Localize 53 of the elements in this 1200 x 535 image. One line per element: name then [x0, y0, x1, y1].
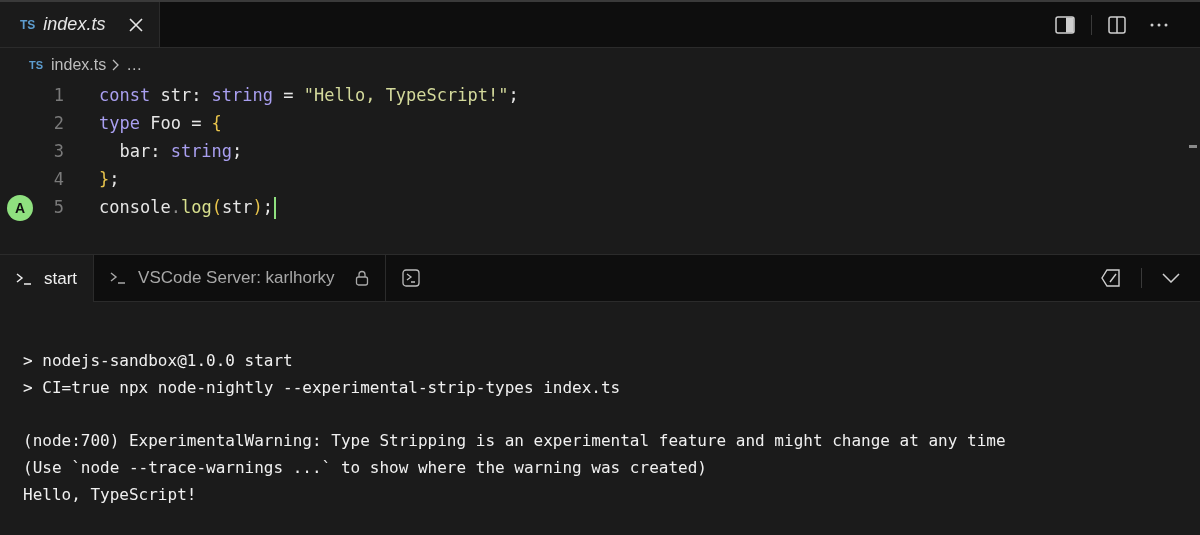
line-number: 1 — [52, 84, 64, 108]
code-token: Foo = — [149, 112, 203, 136]
typescript-icon: TS — [20, 15, 36, 34]
terminal-line: Hello, TypeScript! — [23, 484, 198, 506]
clear-icon[interactable] — [1101, 269, 1121, 287]
scrollbar-marker — [1189, 145, 1197, 148]
terminal-line: > nodejs-sandbox@1.0.0 start — [23, 350, 294, 372]
terminal-icon[interactable] — [401, 269, 420, 287]
code-token: log — [180, 196, 212, 220]
tab-label: index.ts — [43, 13, 106, 36]
chevron-down-icon[interactable] — [1162, 273, 1180, 283]
more-icon[interactable] — [1150, 22, 1168, 27]
terminal-tab[interactable]: start — [0, 255, 95, 302]
code-token: ; — [262, 196, 274, 220]
code-token: ( — [211, 196, 222, 220]
line-number: 3 — [52, 140, 64, 164]
line-number: 2 — [52, 112, 64, 136]
code-token: { — [211, 112, 222, 136]
code-token: ; — [508, 84, 519, 108]
terminal-tab[interactable]: VSCode Server: karlhorky — [94, 255, 386, 302]
code-token: . — [170, 196, 181, 220]
terminal-icon — [110, 272, 127, 284]
code-token: type — [99, 112, 140, 136]
typescript-icon: TS — [29, 56, 44, 74]
code-token: = — [282, 84, 295, 108]
code-token: ; — [232, 140, 243, 164]
terminal-icon — [16, 272, 32, 285]
avatar-badge: A — [7, 195, 33, 221]
line-number: 4 — [52, 168, 64, 192]
line-number: 5 — [52, 196, 64, 220]
close-icon[interactable] — [129, 17, 143, 32]
tab-label: VSCode Server: karlhorky — [138, 267, 335, 290]
breadcrumb-item[interactable]: index.ts — [51, 53, 107, 77]
code-token: console — [99, 196, 171, 220]
chevron-right-icon — [112, 59, 121, 71]
code-token: ; — [109, 168, 120, 192]
tab-label: start — [44, 267, 78, 290]
code-token: string — [170, 140, 233, 164]
code-token: const — [99, 84, 151, 108]
code-token: bar: — [118, 140, 162, 164]
code-token: str — [221, 196, 253, 220]
code-token: str: — [159, 84, 203, 108]
code-token: "Hello, TypeScript!" — [303, 84, 509, 108]
code-token: ) — [252, 196, 263, 220]
editor-tab[interactable]: TS index.ts — [0, 2, 160, 47]
code-token: } — [99, 168, 110, 192]
code-token: string — [211, 84, 274, 108]
split-editor-icon[interactable] — [1108, 15, 1126, 34]
terminal-line: (node:700) ExperimentalWarning: Type Stripping is an experimental feature and might change at any time — [23, 430, 1007, 452]
toggle-sidebar-icon[interactable] — [1055, 14, 1075, 35]
breadcrumb-item[interactable]: … — [126, 53, 143, 77]
terminal-line: (Use `node --trace-warnings ...` to show where the warning was created) — [23, 457, 708, 479]
terminal-line: > CI=true npx node-nightly --experimental-strip-types index.ts — [23, 377, 622, 399]
